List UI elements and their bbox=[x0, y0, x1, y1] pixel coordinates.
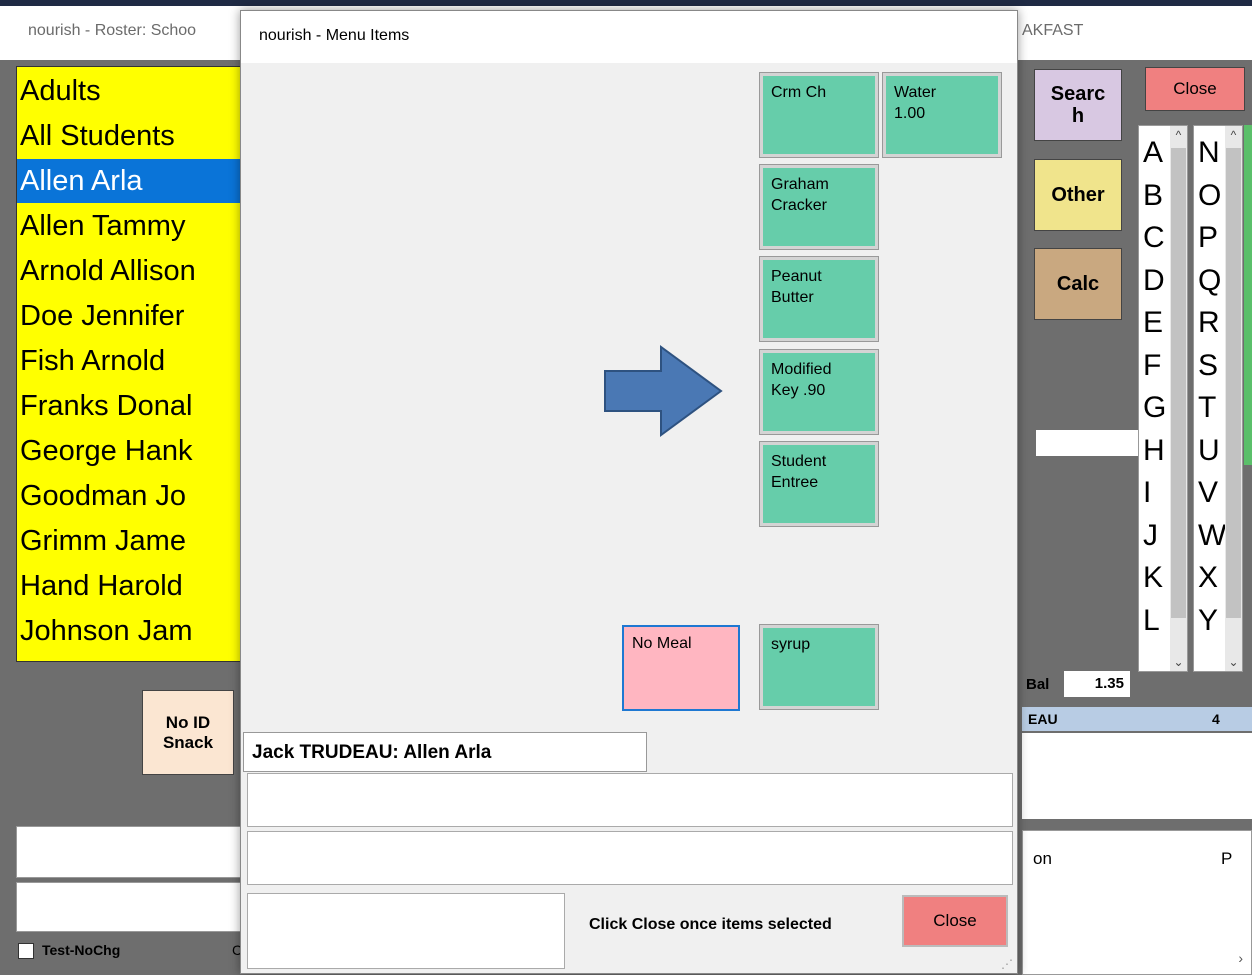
test-nochg-checkbox[interactable]: Test-NoChg bbox=[18, 942, 121, 960]
alpha-list-left[interactable]: LKJIHGFEDCBA ^ ⌄ bbox=[1138, 125, 1188, 672]
chevron-right-icon[interactable]: › bbox=[1238, 950, 1243, 966]
alpha-item[interactable]: T bbox=[1198, 389, 1216, 427]
test-nochg-label: Test-NoChg bbox=[42, 942, 121, 958]
menu-item-peanut-butter[interactable]: Peanut Butter bbox=[759, 256, 879, 342]
roster-right-input[interactable] bbox=[1036, 430, 1138, 456]
menu-item-crm-ch[interactable]: Crm Ch bbox=[759, 72, 879, 158]
alpha-item[interactable]: P bbox=[1198, 219, 1218, 257]
alpha-item[interactable]: V bbox=[1198, 474, 1218, 512]
alpha-list-right[interactable]: YXWVUTSRQPON ^ ⌄ bbox=[1193, 125, 1243, 672]
balance-value: 1.35 bbox=[1064, 671, 1130, 697]
table-header: P bbox=[1221, 849, 1233, 868]
menu-item-water[interactable]: Water 1.00 bbox=[882, 72, 1002, 158]
customer-name-strip-count: 4 bbox=[1212, 711, 1220, 727]
dialog-input-2[interactable] bbox=[247, 831, 1013, 885]
chevron-up-icon[interactable]: ^ bbox=[1170, 126, 1187, 144]
no-id-snack-button[interactable]: No ID Snack bbox=[142, 690, 234, 775]
alpha-item[interactable]: N bbox=[1198, 134, 1220, 172]
roster-item[interactable]: Allen Tammy bbox=[17, 204, 241, 248]
customer-name-strip: EAU 4 bbox=[1022, 707, 1252, 731]
dialog-title: nourish - Menu Items bbox=[259, 27, 410, 44]
alpha-item[interactable]: Q bbox=[1198, 262, 1221, 300]
roster-item[interactable]: Grimm Jame bbox=[17, 519, 241, 563]
chevron-down-icon[interactable]: ⌄ bbox=[1170, 653, 1187, 671]
alpha-item[interactable]: J bbox=[1143, 517, 1158, 555]
customer-name-strip-text: EAU bbox=[1028, 711, 1058, 727]
dialog-input-1[interactable] bbox=[247, 773, 1013, 827]
alpha-item[interactable]: H bbox=[1143, 432, 1165, 470]
alpha-item[interactable]: G bbox=[1143, 389, 1166, 427]
alpha-item[interactable]: E bbox=[1143, 304, 1163, 342]
alpha-item[interactable]: U bbox=[1198, 432, 1220, 470]
alpha-item[interactable]: R bbox=[1198, 304, 1220, 342]
menu-item-student-entree[interactable]: Student Entree bbox=[759, 441, 879, 527]
checkbox-box[interactable] bbox=[18, 943, 34, 960]
scrollbar-track[interactable]: ^ ⌄ bbox=[1170, 126, 1187, 671]
alpha-item[interactable]: I bbox=[1143, 474, 1151, 512]
dialog-close-button[interactable]: Close bbox=[902, 895, 1008, 947]
chevron-up-icon[interactable]: ^ bbox=[1225, 126, 1242, 144]
roster-item[interactable]: Franks Donal bbox=[17, 384, 241, 428]
menu-item-modified-key[interactable]: Modified Key .90 bbox=[759, 349, 879, 435]
scrollbar-thumb[interactable] bbox=[1226, 148, 1241, 618]
customer-label: Jack TRUDEAU: Allen Arla bbox=[243, 732, 647, 772]
alpha-item[interactable]: O bbox=[1198, 177, 1221, 215]
menu-item-no-meal[interactable]: No Meal bbox=[622, 625, 740, 711]
menu-items-dialog: nourish - Menu Items Crm Ch Water 1.00 G… bbox=[240, 10, 1018, 974]
calc-button[interactable]: Calc bbox=[1034, 248, 1122, 320]
alpha-item[interactable]: L bbox=[1143, 602, 1160, 640]
roster-list[interactable]: Adults All Students Allen Arla Allen Tammy A… bbox=[16, 66, 242, 662]
roster-item[interactable]: George Hank bbox=[17, 429, 241, 473]
alpha-item[interactable]: K bbox=[1143, 559, 1163, 597]
search-button[interactable]: Searc h bbox=[1034, 69, 1122, 141]
roster-item[interactable]: Johnson Jam bbox=[17, 609, 241, 653]
scrollbar-track[interactable]: ^ ⌄ bbox=[1225, 126, 1242, 671]
roster-input-2[interactable] bbox=[16, 882, 244, 932]
roster-item[interactable]: Doe Jennifer bbox=[17, 294, 241, 338]
roster-input-1[interactable] bbox=[16, 826, 244, 878]
search-button-label: Searc h bbox=[1050, 83, 1106, 127]
alpha-item[interactable]: D bbox=[1143, 262, 1165, 300]
roster-item[interactable]: Arnold Allison bbox=[17, 249, 241, 293]
roster-info-box bbox=[1022, 733, 1252, 819]
transaction-table[interactable]: on P › bbox=[1022, 830, 1252, 975]
alpha-item[interactable]: Y bbox=[1198, 602, 1218, 640]
table-header: on bbox=[1033, 849, 1052, 868]
roster-item[interactable]: All Students bbox=[17, 114, 241, 158]
roster-window-title: nourish - Roster: Schoo bbox=[28, 22, 197, 39]
menu-item-syrup[interactable]: syrup bbox=[759, 624, 879, 710]
roster-item[interactable]: Fish Arnold bbox=[17, 339, 241, 383]
dialog-titlebar: nourish - Menu Items bbox=[241, 11, 1017, 63]
dialog-notes-box[interactable] bbox=[247, 893, 565, 969]
balance-label: Bal bbox=[1026, 676, 1050, 693]
resize-grip-icon[interactable]: ⋰ bbox=[1001, 957, 1013, 971]
other-button[interactable]: Other bbox=[1034, 159, 1122, 231]
menu-item-graham-cracker[interactable]: Graham Cracker bbox=[759, 164, 879, 250]
alpha-item[interactable]: X bbox=[1198, 559, 1218, 597]
roster-item[interactable]: Adults bbox=[17, 69, 241, 113]
roster-item[interactable]: Hand Harold bbox=[17, 564, 241, 608]
alpha-item[interactable]: F bbox=[1143, 347, 1161, 385]
no-id-snack-label: No ID Snack bbox=[162, 712, 214, 752]
scrollbar-thumb[interactable] bbox=[1171, 148, 1186, 618]
roster-window-title-suffix: AKFAST bbox=[1022, 22, 1084, 39]
alpha-item[interactable]: A bbox=[1143, 134, 1163, 172]
alpha-item[interactable]: W bbox=[1198, 517, 1226, 555]
close-hint-text: Click Close once items selected bbox=[589, 916, 832, 933]
roster-close-button[interactable]: Close bbox=[1145, 67, 1245, 111]
roster-item[interactable]: Allen Arla bbox=[17, 159, 241, 203]
green-panel-edge bbox=[1244, 125, 1252, 465]
arrow-right-icon bbox=[604, 345, 723, 437]
roster-item[interactable]: Goodman Jo bbox=[17, 474, 241, 518]
alpha-item[interactable]: B bbox=[1143, 177, 1163, 215]
chevron-down-icon[interactable]: ⌄ bbox=[1225, 653, 1242, 671]
alpha-item[interactable]: C bbox=[1143, 219, 1165, 257]
alpha-item[interactable]: S bbox=[1198, 347, 1218, 385]
